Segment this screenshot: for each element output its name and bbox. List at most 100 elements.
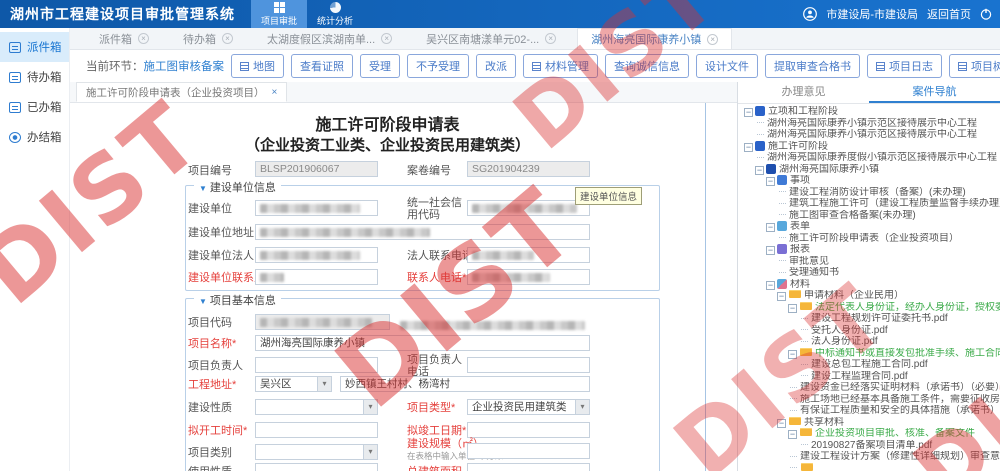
finish-date-input[interactable] — [467, 422, 590, 438]
tree-expander-icon[interactable]: − — [777, 292, 786, 301]
tree-node[interactable]: −表单 — [744, 221, 1000, 233]
unit-info-legend[interactable]: ▼建设单位信息 — [194, 179, 281, 195]
project-log-button[interactable]: 项目日志 — [867, 54, 942, 78]
tree-node[interactable]: 施工图审查合格备案(未办理) — [744, 210, 1000, 222]
power-icon[interactable] — [980, 8, 992, 20]
tree-node[interactable]: 审批意见 — [744, 256, 1000, 268]
sidebar-item-closed-box[interactable]: 办结箱 — [0, 122, 69, 152]
tree-node[interactable]: 建设工程监理合同.pdf — [744, 371, 1000, 383]
tree-expander-icon[interactable]: − — [766, 246, 775, 255]
total-area-input[interactable] — [467, 463, 590, 471]
tree-node[interactable]: 有保证工程质量和安全的具体措施（承诺书）（必要）（建筑 — [744, 405, 1000, 417]
reject-button[interactable]: 不予受理 — [407, 54, 469, 78]
close-icon[interactable]: × — [222, 33, 233, 44]
tree-node[interactable]: 湖州海亮国际康养小镇示范区接待展示中心工程 — [744, 129, 1000, 141]
district-select[interactable]: 吴兴区 — [255, 376, 332, 392]
legal-person-input[interactable] — [255, 247, 378, 263]
accept-button[interactable]: 受理 — [360, 54, 400, 78]
current-step-value[interactable]: 施工图审核备案 — [144, 58, 225, 74]
tree-node[interactable]: −申请材料（企业民用） — [744, 290, 1000, 302]
legal-phone-input[interactable] — [467, 247, 590, 263]
sidebar-item-todo-box[interactable]: 待办箱 — [0, 62, 69, 92]
tree-node[interactable]: 建设工程消防设计审核（备案）(未办理) — [744, 187, 1000, 199]
tree-expander-icon[interactable]: − — [766, 281, 775, 290]
home-link[interactable]: 返回首页 — [927, 6, 971, 22]
tree-expander-icon[interactable]: − — [755, 166, 764, 175]
unit-address-input[interactable] — [255, 224, 590, 240]
doc-tab[interactable]: 待办箱 × — [170, 28, 246, 49]
tree-node[interactable]: −施工许可阶段 — [744, 141, 1000, 153]
tree-node[interactable]: −材料 — [744, 279, 1000, 291]
extract-certificate-button[interactable]: 提取审查合格书 — [765, 54, 860, 78]
credit-code-input[interactable] — [467, 200, 590, 216]
address-detail-input[interactable]: 妙西镇王村村、杨湾村 — [340, 376, 590, 392]
close-icon[interactable]: × — [707, 34, 718, 45]
tree-node[interactable]: 施工许可阶段申请表（企业投资项目） — [744, 233, 1000, 245]
contact-input[interactable] — [255, 269, 378, 285]
tree-expander-icon[interactable]: − — [777, 419, 786, 428]
close-icon[interactable]: × — [381, 33, 392, 44]
tree-node[interactable]: 湖州海亮国际康养度假小镇示范区接待展示中心工程 — [744, 152, 1000, 164]
scale-input[interactable] — [467, 443, 590, 459]
doc-tab[interactable]: 派件箱 × — [86, 28, 162, 49]
view-license-button[interactable]: 查看证照 — [291, 54, 353, 78]
tree-node[interactable]: 建设总包工程施工合同.pdf — [744, 359, 1000, 371]
manager-input[interactable] — [255, 357, 378, 373]
tree-node[interactable]: −企业投资项目审批、核准、备案文件 — [744, 428, 1000, 440]
tree-expander-icon[interactable]: − — [766, 177, 775, 186]
project-type-select[interactable]: 企业投资民用建筑类 — [467, 399, 590, 415]
tree-node[interactable]: −湖州海亮国际康养小镇 — [744, 164, 1000, 176]
material-manage-button[interactable]: 材料管理 — [523, 54, 598, 78]
tree-node[interactable]: 法人身份证.pdf — [744, 336, 1000, 348]
tree-expander-icon[interactable]: − — [788, 304, 797, 313]
tab-handling-opinion[interactable]: 办理意见 — [738, 82, 869, 103]
tree-node[interactable]: 受托人身份证.pdf — [744, 325, 1000, 337]
project-name-input[interactable]: 湖州海亮国际康养小镇 — [255, 335, 590, 351]
tree-node[interactable]: −中标通知书或直接发包批准手续、施工合同（必要）（建筑工 — [744, 348, 1000, 360]
project-tree-button[interactable]: 项目树 — [949, 54, 1000, 78]
tree-node[interactable]: 建设工程规划许可证委托书.pdf — [744, 313, 1000, 325]
credit-query-button[interactable]: 查询诚信信息 — [605, 54, 689, 78]
tree-expander-icon[interactable]: − — [766, 223, 775, 232]
tree-node[interactable]: −事项 — [744, 175, 1000, 187]
contact-phone-input[interactable] — [467, 269, 590, 285]
sidebar-item-dispatch-box[interactable]: 派件箱 — [0, 32, 69, 62]
close-icon[interactable]: × — [138, 33, 149, 44]
tree-expander-icon[interactable]: − — [788, 350, 797, 359]
tree-expander-icon[interactable]: − — [788, 430, 797, 439]
tree-node[interactable] — [744, 463, 1000, 471]
use-nature-input[interactable] — [255, 463, 378, 471]
tree-node[interactable]: 建设工程设计方案（修建性详细规划）审查意见书 — [744, 451, 1000, 463]
form-subtab[interactable]: 施工许可阶段申请表（企业投资项目） × — [76, 82, 287, 102]
tree-node[interactable]: 受理通知书 — [744, 267, 1000, 279]
tab-case-navigation[interactable]: 案件导航 — [869, 82, 1000, 103]
construct-nature-select[interactable] — [255, 399, 378, 415]
tree-node[interactable]: −共享材料 — [744, 417, 1000, 429]
sidebar-item-done-box[interactable]: 已办箱 — [0, 92, 69, 122]
nav-statistics[interactable]: 统计分析 — [307, 0, 363, 28]
user-name[interactable]: 市建设局-市建设局 — [826, 6, 918, 22]
tree-node[interactable]: 20190827备案项目清单.pdf — [744, 440, 1000, 452]
doc-tab-active[interactable]: 湖州海亮国际康养小镇 × — [577, 28, 732, 49]
tree-expander-icon[interactable]: − — [744, 108, 753, 117]
unit-input[interactable] — [255, 200, 378, 216]
start-date-input[interactable] — [255, 422, 378, 438]
tree-node[interactable]: −法定代表人身份证，经办人身份证，授权委托书 — [744, 302, 1000, 314]
tree-node[interactable]: 湖州海亮国际康养小镇示范区接待展示中心工程 — [744, 118, 1000, 130]
nav-project-approval[interactable]: 项目审批 — [251, 0, 307, 28]
close-icon[interactable]: × — [545, 33, 556, 44]
tree-node[interactable]: 建筑工程施工许可（建设工程质量监督手续办理）(未办理) — [744, 198, 1000, 210]
map-button[interactable]: 地图 — [231, 54, 284, 78]
tree-node[interactable]: 建设资金已经落实证明材料（承诺书）（必要）（建筑工程施 — [744, 382, 1000, 394]
close-icon[interactable]: × — [272, 87, 278, 98]
tree-node[interactable]: 施工场地已经基本具备施工条件，需要征收房屋的，其进度符合 — [744, 394, 1000, 406]
doc-tab[interactable]: 太湖度假区滨湖南单... × — [254, 28, 405, 49]
design-file-button[interactable]: 设计文件 — [696, 54, 758, 78]
tree-node[interactable]: −立项和工程阶段 — [744, 106, 1000, 118]
reassign-button[interactable]: 改派 — [476, 54, 516, 78]
project-info-legend[interactable]: ▼项目基本信息 — [194, 292, 281, 308]
manager-phone-input[interactable] — [467, 357, 590, 373]
tree-expander-icon[interactable]: − — [744, 143, 753, 152]
tree-node[interactable]: −报表 — [744, 244, 1000, 256]
doc-tab[interactable]: 吴兴区南塘漾单元02-... × — [413, 28, 569, 49]
